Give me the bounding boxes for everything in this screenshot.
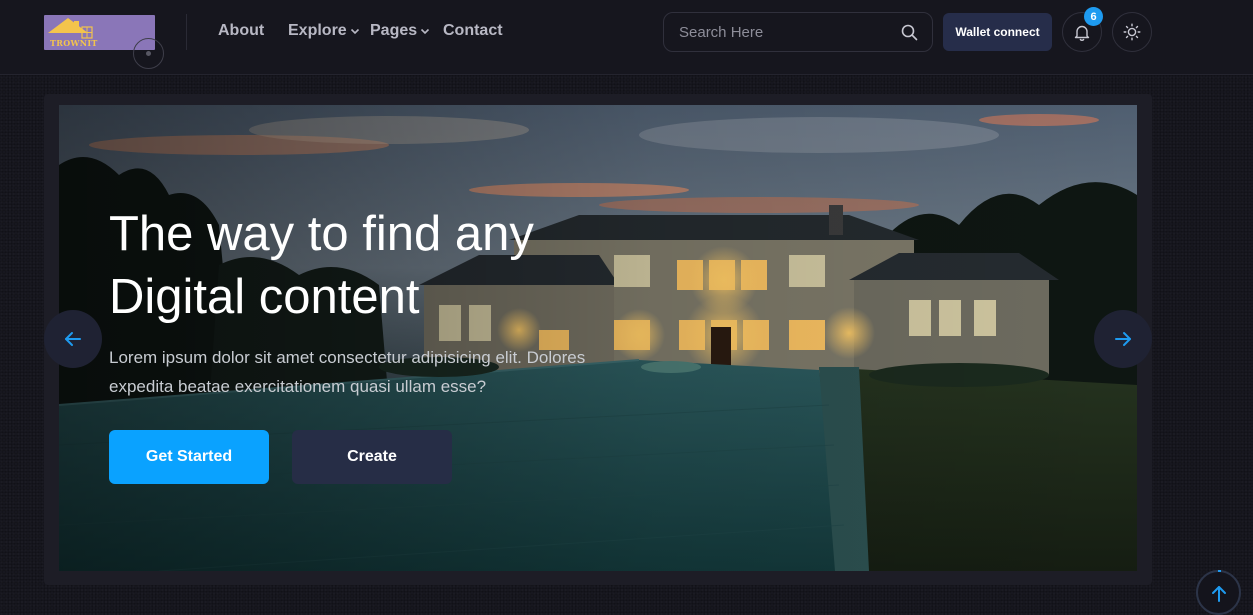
arrow-left-icon	[65, 332, 81, 346]
hero-slide: The way to find any Digital content Lore…	[59, 105, 1137, 571]
nav-about-label: About	[218, 22, 265, 39]
wallet-connect-button[interactable]: Wallet connect	[943, 13, 1052, 51]
hero-title-line1: The way to find any	[109, 207, 534, 261]
nav-contact-label: Contact	[443, 22, 503, 39]
hero-description: Lorem ipsum dolor sit amet consectetur a…	[109, 348, 586, 396]
slider-prev-button[interactable]	[44, 310, 102, 368]
site-header: TROWNIT About Explore Pages Contact Wall…	[0, 0, 1253, 75]
hero-title: The way to find any Digital content	[109, 203, 629, 329]
hero-background-image	[59, 105, 1137, 571]
sun-icon	[1123, 23, 1141, 41]
menu-toggle[interactable]	[133, 38, 164, 69]
nav-explore[interactable]: Explore	[288, 22, 360, 40]
nav-pages-label: Pages	[370, 22, 418, 39]
nav-contact[interactable]: Contact	[443, 22, 503, 40]
search-input[interactable]	[679, 22, 889, 42]
arrow-right-icon	[1115, 332, 1131, 346]
theme-toggle-button[interactable]	[1112, 12, 1152, 52]
header-divider	[186, 14, 187, 50]
hero-title-line2: Digital content	[109, 270, 420, 324]
arrow-up-icon	[1211, 585, 1226, 602]
slider-next-button[interactable]	[1094, 310, 1152, 368]
notification-badge: 6	[1084, 7, 1103, 26]
nav-about[interactable]: About	[218, 22, 264, 40]
logo-text: TROWNIT	[50, 38, 98, 48]
nav-pages[interactable]: Pages	[370, 22, 430, 40]
create-button[interactable]: Create	[292, 430, 452, 484]
nav-explore-label: Explore	[288, 22, 347, 39]
chevron-down-icon	[350, 28, 359, 35]
bell-icon	[1074, 25, 1090, 41]
search-box	[663, 12, 933, 52]
search-icon[interactable]	[901, 24, 918, 41]
chevron-down-icon	[421, 28, 430, 35]
scroll-to-top-button[interactable]	[1196, 570, 1241, 615]
get-started-button[interactable]: Get Started	[109, 430, 269, 484]
